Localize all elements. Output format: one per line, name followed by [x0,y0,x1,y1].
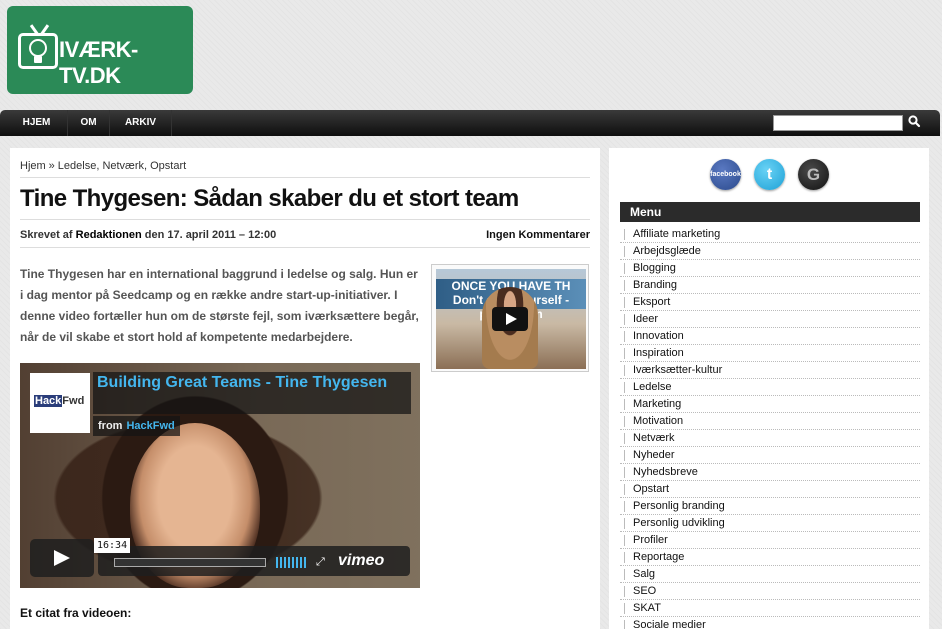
nav-item-om[interactable]: OM [68,110,110,136]
channel-logo-text: HackFwd [34,395,84,407]
menu-item[interactable]: Eksport [620,294,920,311]
facebook-glyph: facebook [710,171,741,178]
nav-item-arkiv[interactable]: ARKIV [110,110,172,136]
fullscreen-icon[interactable]: ⤢ [316,556,328,568]
post-date: den 17. april 2011 – 12:00 [144,229,277,241]
menu-item[interactable]: Motivation [620,413,920,430]
volume-icon[interactable] [276,557,308,568]
video-title-box: Building Great Teams - Tine Thygesen [93,372,411,414]
menu-item[interactable]: Blogging [620,260,920,277]
breadcrumb-home[interactable]: Hjem [20,160,46,172]
play-button[interactable] [30,539,94,577]
lightbulb-base [34,56,42,63]
post-meta: Skrevet af Redaktionen den 17. april 201… [20,229,276,241]
nav-item-hjem[interactable]: HJEM [6,110,68,136]
menu-item[interactable]: Personlig branding [620,498,920,515]
menu-item[interactable]: Personlig udvikling [620,515,920,532]
lightbulb-icon [29,39,47,57]
menu-item[interactable]: Ledelse [620,379,920,396]
vimeo-logo[interactable]: vimeo [338,552,384,570]
progress-bar[interactable] [114,558,266,567]
divider [20,247,590,248]
category-menu: Affiliate marketing Arbejdsglæde Bloggin… [620,226,920,629]
from-label: from [98,420,123,432]
search-input[interactable] [773,115,903,131]
divider [20,177,590,178]
twitter-icon[interactable]: t [754,159,785,190]
divider [20,219,590,220]
menu-item[interactable]: Opstart [620,481,920,498]
main-content: Hjem» Ledelse, Netværk, Opstart Tine Thyg… [10,148,600,629]
video-duration: 16:34 [94,538,131,553]
video-thumbnail[interactable]: ONCE YOU HAVE TH Don't do it yourself - … [431,264,589,372]
menu-item[interactable]: Reportage [620,549,920,566]
site-logo[interactable]: IVÆRK-TV.DK [7,6,193,94]
menu-item[interactable]: Iværksætter-kultur [620,362,920,379]
quote-heading: Et citat fra videoen: [20,606,132,620]
menu-item[interactable]: Affiliate marketing [620,226,920,243]
channel-link[interactable]: HackFwd [126,420,174,432]
menu-item[interactable]: Branding [620,277,920,294]
google-glyph: G [806,165,821,184]
menu-item[interactable]: Marketing [620,396,920,413]
meta-prefix: Skrevet af [20,229,73,241]
menu-item[interactable]: Innovation [620,328,920,345]
menu-item[interactable]: Arbejdsglæde [620,243,920,260]
breadcrumb: Hjem» Ledelse, Netværk, Opstart [20,160,186,172]
logo-fwd: Fwd [62,395,85,407]
video-byline: from HackFwd [93,416,180,436]
menu-item[interactable]: Nyheder [620,447,920,464]
menu-item[interactable]: Salg [620,566,920,583]
logo-text: IVÆRK-TV.DK [59,37,138,88]
twitter-glyph: t [766,166,773,183]
menu-header: Menu [620,202,920,222]
comments-link[interactable]: Ingen Kommentarer [486,229,590,241]
menu-item[interactable]: Netværk [620,430,920,447]
menu-item[interactable]: Sociale medier [620,617,920,629]
post-title: Tine Thygesen: Sådan skaber du et stort … [20,185,519,212]
menu-item[interactable]: SEO [620,583,920,600]
menu-item[interactable]: SKAT [620,600,920,617]
author-link[interactable]: Redaktionen [76,229,142,241]
thumbnail-image: ONCE YOU HAVE TH Don't do it yourself - … [436,269,586,369]
post-intro: Tine Thygesen har en international baggr… [20,267,419,344]
play-icon[interactable] [492,307,528,331]
sidebar: facebook t G Menu Affiliate marketing Ar… [609,148,929,629]
menu-item[interactable]: Nyhedsbreve [620,464,920,481]
facebook-icon[interactable]: facebook [710,159,741,190]
menu-item[interactable]: Inspiration [620,345,920,362]
channel-logo[interactable]: HackFwd [30,373,90,433]
menu-item[interactable]: Profiler [620,532,920,549]
video-player[interactable]: HackFwd Building Great Teams - Tine Thyg… [20,363,420,588]
video-title[interactable]: Building Great Teams - Tine Thygesen [97,374,407,392]
menu-item[interactable]: Ideer [620,311,920,328]
breadcrumb-separator: » [48,160,55,172]
breadcrumb-categories[interactable]: Ledelse, Netværk, Opstart [58,160,186,172]
google-icon[interactable]: G [798,159,829,190]
logo-hack: Hack [34,395,63,407]
search-icon[interactable] [907,114,921,128]
